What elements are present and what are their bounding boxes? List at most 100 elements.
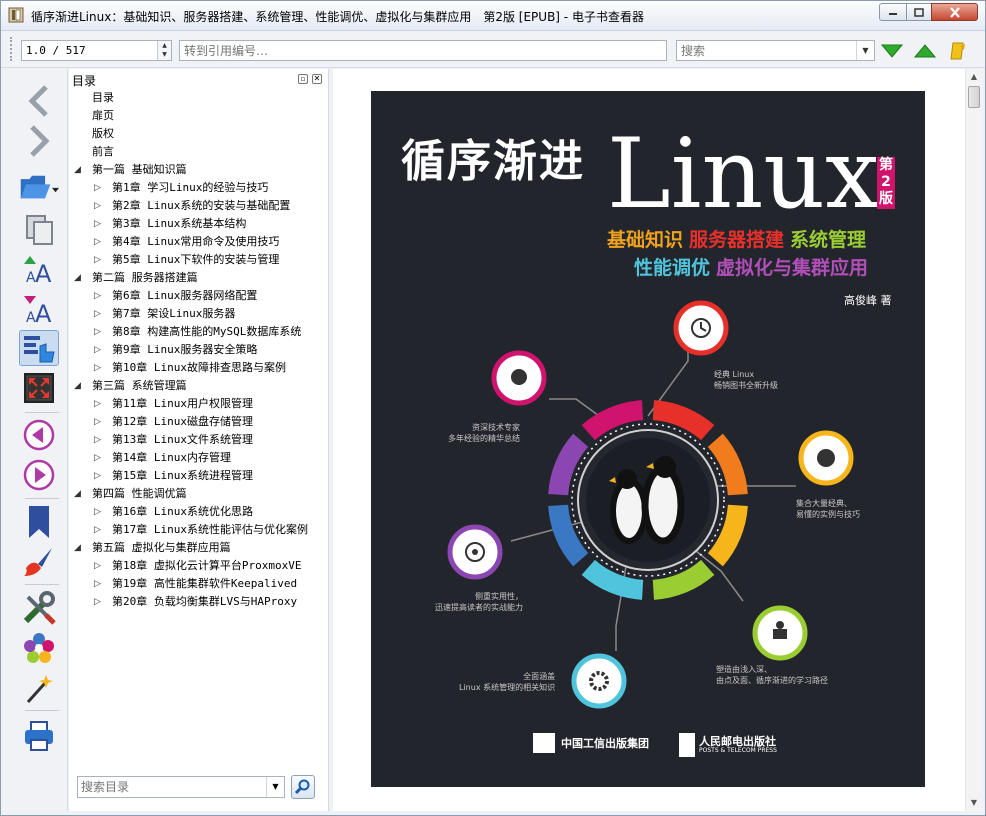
previous-page-button[interactable]	[19, 417, 59, 453]
toc-item[interactable]: ▷ 第20章 负载均衡集群LVS与HAProxy	[69, 593, 327, 611]
toc-item[interactable]: ◢ 第三篇 系统管理篇	[69, 377, 327, 395]
collapsed-arrow-icon[interactable]: ▷	[94, 575, 104, 593]
toc-item[interactable]: ▷ 第10章 Linux故障排查思路与案例	[69, 359, 327, 377]
search-input[interactable]	[677, 41, 853, 60]
toc-item[interactable]: ▷ 第1章 学习Linux的经验与技巧	[69, 179, 327, 197]
toc-item[interactable]: 版权	[69, 125, 327, 143]
toc-item[interactable]: ▷ 第15章 Linux系统进程管理	[69, 467, 327, 485]
collapsed-arrow-icon[interactable]: ▷	[94, 467, 104, 485]
scroll-up-button[interactable]: ▲	[966, 69, 982, 85]
toc-item[interactable]: ▷ 第8章 构建高性能的MySQL数据库系统	[69, 323, 327, 341]
toc-item[interactable]: 前言	[69, 143, 327, 161]
theme-button[interactable]	[19, 544, 59, 580]
bookmark-button[interactable]	[19, 504, 59, 540]
toc-float-button[interactable]: ▫	[298, 74, 308, 84]
maximize-button[interactable]	[906, 3, 932, 21]
expanded-arrow-icon[interactable]: ◢	[74, 485, 84, 503]
collapsed-arrow-icon[interactable]: ▷	[94, 521, 104, 539]
collapsed-arrow-icon[interactable]: ▷	[94, 359, 104, 377]
toc-item[interactable]: ▷ 第18章 虚拟化云计算平台ProxmoxVE	[69, 557, 327, 575]
cover-subtitle-segment: 基础知识	[607, 229, 684, 251]
forward-button[interactable]	[19, 123, 59, 159]
toc-item-label: 第四篇 性能调优篇	[92, 487, 187, 500]
collapsed-arrow-icon[interactable]: ▷	[94, 179, 104, 197]
find-previous-icon[interactable]	[914, 41, 936, 61]
toc-search-input[interactable]	[78, 777, 264, 797]
magic-wand-button[interactable]	[19, 670, 59, 706]
toc-item[interactable]: ▷ 第6章 Linux服务器网络配置	[69, 287, 327, 305]
tools-button[interactable]	[19, 590, 59, 626]
goto-reference-input[interactable]	[179, 40, 667, 61]
search-dropdown-arrow[interactable]: ▼	[856, 41, 874, 60]
toc-item[interactable]: ▷ 第9章 Linux服务器安全策略	[69, 341, 327, 359]
toc-item[interactable]: 目录	[69, 89, 327, 107]
expanded-arrow-icon[interactable]: ◢	[74, 269, 84, 287]
toc-item[interactable]: ▷ 第12章 Linux磁盘存储管理	[69, 413, 327, 431]
toc-item[interactable]: ▷ 第17章 Linux系统性能评估与优化案例	[69, 521, 327, 539]
collapsed-arrow-icon[interactable]: ▷	[94, 197, 104, 215]
collapsed-arrow-icon[interactable]: ▷	[94, 323, 104, 341]
toc-item[interactable]: ▷ 第11章 Linux用户权限管理	[69, 395, 327, 413]
toc-search-combobox[interactable]: ▼	[77, 776, 285, 798]
font-larger-button[interactable]: AA	[19, 251, 59, 287]
fullscreen-button[interactable]	[19, 370, 59, 406]
page-spin-arrows[interactable]: ▲ ▼	[157, 41, 171, 60]
expanded-arrow-icon[interactable]: ◢	[74, 161, 84, 179]
collapsed-arrow-icon[interactable]: ▷	[94, 341, 104, 359]
back-button[interactable]	[19, 83, 59, 119]
minimize-button[interactable]	[879, 3, 907, 21]
clear-search-icon[interactable]	[947, 41, 969, 61]
page-number-input[interactable]	[22, 41, 152, 60]
collapsed-arrow-icon[interactable]: ▷	[94, 557, 104, 575]
collapsed-arrow-icon[interactable]: ▷	[94, 215, 104, 233]
toc-item[interactable]: ▷ 第13章 Linux文件系统管理	[69, 431, 327, 449]
cover-title-english: Linux	[607, 118, 880, 230]
toc-item[interactable]: ▷ 第14章 Linux内存管理	[69, 449, 327, 467]
toc-search-button[interactable]	[291, 775, 315, 799]
toc-item[interactable]: 扉页	[69, 107, 327, 125]
collapsed-arrow-icon[interactable]: ▷	[94, 251, 104, 269]
toc-item[interactable]: ◢ 第四篇 性能调优篇	[69, 485, 327, 503]
toc-item[interactable]: ▷ 第3章 Linux系统基本结构	[69, 215, 327, 233]
search-combobox[interactable]: ▼	[676, 40, 875, 61]
collapsed-arrow-icon[interactable]: ▷	[94, 503, 104, 521]
toc-close-button[interactable]: ✕	[312, 74, 322, 84]
toc-toggle-button[interactable]	[19, 330, 59, 366]
collapsed-arrow-icon[interactable]: ▷	[94, 431, 104, 449]
toc-item[interactable]: ◢ 第五篇 虚拟化与集群应用篇	[69, 539, 327, 557]
preferences-button[interactable]	[19, 630, 59, 666]
collapsed-arrow-icon[interactable]: ▷	[94, 449, 104, 467]
toc-item[interactable]: ▷ 第16章 Linux系统优化思路	[69, 503, 327, 521]
expanded-arrow-icon[interactable]: ◢	[74, 377, 84, 395]
collapsed-arrow-icon[interactable]: ▷	[94, 287, 104, 305]
open-book-button[interactable]	[19, 169, 59, 205]
toc-item[interactable]: ▷ 第19章 高性能集群软件Keepalived	[69, 575, 327, 593]
toc-item[interactable]: ▷ 第4章 Linux常用命令及使用技巧	[69, 233, 327, 251]
toc-item[interactable]: ▷ 第7章 架设Linux服务器	[69, 305, 327, 323]
book-page-view[interactable]: 循序渐进 Linux 第2版 基础知识 服务器搭建 系统管理 性能调优 虚拟化与集群应…	[333, 69, 965, 811]
scroll-thumb[interactable]	[968, 86, 980, 108]
toc-item[interactable]: ▷ 第5章 Linux下软件的安装与管理	[69, 251, 327, 269]
find-next-icon[interactable]	[881, 41, 903, 61]
toc-search-dropdown-arrow[interactable]: ▼	[266, 777, 284, 797]
publisher2-logo	[679, 733, 695, 757]
expanded-arrow-icon[interactable]: ◢	[74, 539, 84, 557]
toolbar-grip[interactable]	[10, 37, 14, 61]
toc-item-label: 第2章 Linux系统的安装与基础配置	[112, 199, 291, 212]
collapsed-arrow-icon[interactable]: ▷	[94, 305, 104, 323]
font-smaller-button[interactable]: AA	[19, 291, 59, 327]
toc-item[interactable]: ◢ 第二篇 服务器搭建篇	[69, 269, 327, 287]
page-number-spinbox[interactable]: ▲▼	[21, 40, 172, 61]
next-page-button[interactable]	[19, 457, 59, 493]
collapsed-arrow-icon[interactable]: ▷	[94, 593, 104, 611]
copy-button[interactable]	[19, 211, 59, 247]
collapsed-arrow-icon[interactable]: ▷	[94, 233, 104, 251]
close-window-button[interactable]	[931, 3, 978, 21]
collapsed-arrow-icon[interactable]: ▷	[94, 413, 104, 431]
scroll-down-button[interactable]: ▼	[966, 795, 982, 811]
print-button[interactable]	[19, 718, 59, 754]
collapsed-arrow-icon[interactable]: ▷	[94, 395, 104, 413]
vertical-scrollbar[interactable]: ▲ ▼	[965, 69, 982, 811]
toc-item[interactable]: ▷ 第2章 Linux系统的安装与基础配置	[69, 197, 327, 215]
toc-item[interactable]: ◢ 第一篇 基础知识篇	[69, 161, 327, 179]
